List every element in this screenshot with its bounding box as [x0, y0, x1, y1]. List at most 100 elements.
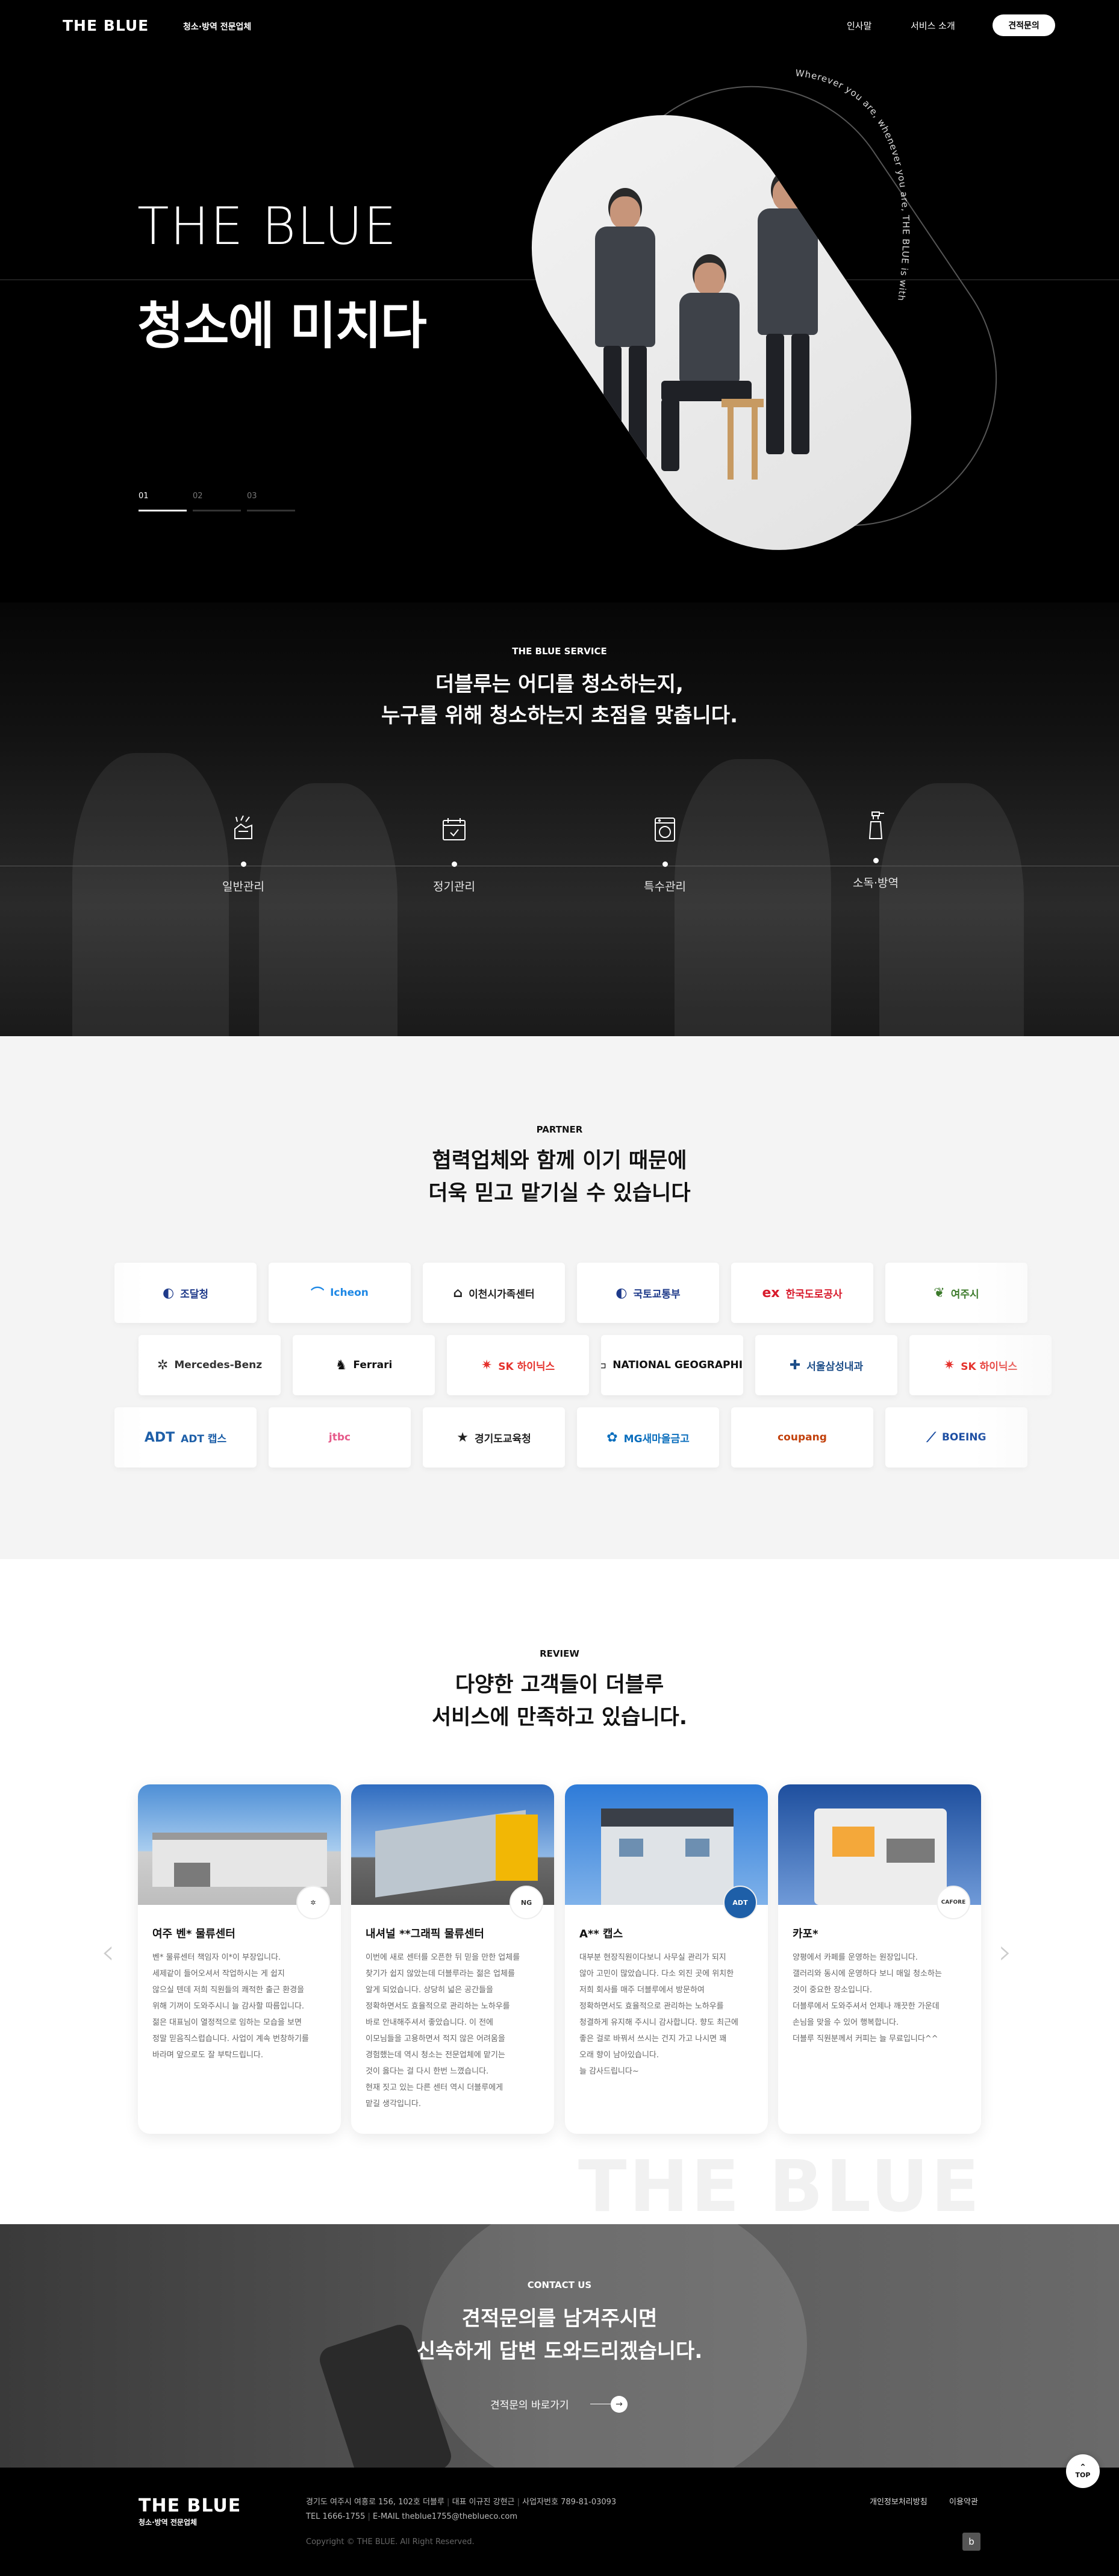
service-item-regular[interactable]: 정기관리: [394, 811, 514, 894]
review-card-title: 내셔널 **그래픽 물류센터: [366, 1928, 484, 1940]
scroll-top-label: TOP: [1075, 2471, 1091, 2479]
partner-logo-mark: ◐: [616, 1285, 628, 1301]
review-title-line-1: 다양한 고객들이 더블루: [455, 1673, 664, 1697]
partner-logo: ⌒ Icheon: [269, 1263, 411, 1323]
partner-logo-name: jtbc: [328, 1431, 351, 1443]
hero-pager-1[interactable]: 01: [139, 492, 149, 501]
service-section: THE BLUE SERVICE 더블루는 어디를 청소하는지, 누구를 위해 …: [0, 602, 1119, 1036]
partner-logo-name: NATIONAL GEOGRAPHIC: [612, 1359, 743, 1371]
partner-logo: ✲ Mercedes-Benz: [139, 1335, 281, 1395]
partner-logo-mark: ⌒: [311, 1287, 325, 1302]
partner-logo-mark: ★: [457, 1430, 469, 1445]
footer-privacy-link[interactable]: 개인정보처리방침: [870, 2495, 927, 2507]
partner-logo-mark: ♞: [335, 1357, 348, 1373]
partner-logo: ★ 경기도교육청: [423, 1407, 565, 1468]
scroll-top-button[interactable]: ⌃ TOP: [1066, 2454, 1100, 2488]
footer-email: E-MAIL theblue1755@theblueco.com: [373, 2512, 517, 2521]
review-card-title: A** 캡스: [579, 1928, 623, 1940]
review-card-title: 여주 벤* 물류센터: [152, 1928, 235, 1940]
partner-logo-mark: ✷: [943, 1357, 955, 1373]
service-item-general[interactable]: 일반관리: [183, 811, 304, 894]
review-card-badge: ADT: [723, 1886, 757, 1919]
nav-service-intro[interactable]: 서비스 소개: [911, 19, 955, 32]
partner-eyebrow: PARTNER: [536, 1124, 583, 1135]
review-prev-arrow[interactable]: ‹: [101, 1933, 114, 1972]
partner-logo: ⌂ 이천시가족센터: [423, 1263, 565, 1323]
service-dot: [240, 861, 246, 867]
service-item-disinfection[interactable]: 소독·방역: [815, 807, 936, 890]
review-card-title: 카포*: [793, 1928, 818, 1940]
service-item-label: 특수관리: [644, 880, 686, 893]
review-card-body: 이번에 새로 센터를 오픈한 뒤 믿을 만한 업체를 찾기가 쉽지 않았는데 더…: [366, 1953, 520, 2109]
blog-icon[interactable]: b: [962, 2533, 980, 2551]
site-header: THE BLUE 청소·방역 전문업체 인사말 서비스 소개 견적문의: [0, 0, 1119, 52]
review-title: 다양한 고객들이 더블루 서비스에 만족하고 있습니다.: [0, 1669, 1119, 1734]
partner-logo-mark: ◐: [162, 1285, 175, 1301]
footer-info-line-2: TEL 1666-1755 | E-MAIL theblue1755@thebl…: [306, 2512, 517, 2521]
partner-logo: ex 한국도로공사: [731, 1263, 873, 1323]
partner-logo: jtbc: [269, 1407, 411, 1468]
contact-title-line-1: 견적문의를 남겨주시면: [461, 2307, 658, 2331]
footer-address: 경기도 여주시 여흥로 156, 102호 더블루: [306, 2498, 444, 2507]
arrow-right-icon[interactable]: →: [611, 2396, 628, 2413]
review-card[interactable]: CAFORE 카포* 양평에서 카페를 운영하는 원장입니다. 갤러리와 동시에…: [778, 1784, 981, 2134]
partner-logo-name: 경기도교육청: [474, 1433, 531, 1445]
hero-section: THE BLUE 청소에 미치다 Wherever you are, whene…: [0, 52, 1119, 602]
contact-title: 견적문의를 남겨주시면 신속하게 답변 도와드리겠습니다.: [0, 2302, 1119, 2368]
service-eyebrow: THE BLUE SERVICE: [512, 646, 607, 657]
footer-ceo: 대표 이규진 강현근: [452, 2498, 515, 2507]
partner-logo-name: Mercedes-Benz: [174, 1359, 263, 1371]
partner-logo-name: ADT 캡스: [181, 1433, 227, 1445]
partner-logo-mark: ▭: [601, 1358, 606, 1373]
review-card-badge: CAFORE: [937, 1886, 970, 1919]
site-footer: THE BLUE 청소·방역 전문업체 경기도 여주시 여흥로 156, 102…: [0, 2468, 1119, 2576]
bg-worker-silhouette: [675, 759, 831, 1036]
partner-logo-mark: ✚: [789, 1357, 801, 1373]
partner-logo-name: 서울삼성내과: [806, 1360, 864, 1373]
partner-logo-name: Icheon: [330, 1287, 369, 1299]
watermark-text: THE BLUE: [578, 2145, 982, 2224]
review-card[interactable]: ADT A** 캡스 대부분 현장직원이다보니 사무실 관리가 되지 않아 고민…: [565, 1784, 768, 2134]
partner-logo-mark: ✿: [606, 1430, 618, 1445]
footer-logo-subtitle: 청소·방역 전문업체: [139, 2518, 198, 2527]
partner-logo: ▭ NATIONAL GEOGRAPHIC: [601, 1335, 743, 1395]
washing-machine-icon: [647, 811, 683, 847]
partner-logo-name: 국토교통부: [633, 1288, 681, 1301]
hero-title-en: THE BLUE: [137, 196, 398, 257]
partner-logo-name: SK 하이닉스: [498, 1360, 555, 1373]
cleaning-hand-icon: [225, 811, 261, 847]
review-eyebrow: REVIEW: [540, 1648, 579, 1659]
estimate-button[interactable]: 견적문의: [993, 14, 1055, 36]
service-dot: [873, 858, 879, 863]
review-next-arrow[interactable]: ›: [999, 1933, 1012, 1972]
partner-logo-mark: ✲: [157, 1357, 169, 1373]
partner-logo-mark: ✷: [481, 1357, 493, 1373]
partner-logo-name: MG새마을금고: [623, 1433, 690, 1445]
review-card-badge: NG: [510, 1886, 543, 1919]
hero-pager-3[interactable]: 03: [247, 492, 257, 501]
footer-logo[interactable]: THE BLUE: [139, 2495, 241, 2516]
site-logo[interactable]: THE BLUE: [63, 17, 149, 34]
service-dot: [662, 861, 668, 867]
nav-greeting[interactable]: 인사말: [847, 19, 871, 32]
partner-title-line-2: 더욱 믿고 맡기실 수 있습니다: [428, 1181, 691, 1205]
partner-fade-left: [0, 1253, 145, 1494]
footer-copyright: Copyright © THE BLUE. All Right Reserved…: [306, 2537, 475, 2546]
service-title: 더블루는 어디를 청소하는지, 누구를 위해 청소하는지 초점을 맞춥니다.: [0, 669, 1119, 731]
contact-title-line-2: 신속하게 답변 도와드리겠습니다.: [416, 2339, 703, 2363]
partner-title: 협력업체와 함께 이기 때문에 더욱 믿고 맡기실 수 있습니다: [0, 1145, 1119, 1210]
hero-pager-bar-1: [139, 510, 187, 511]
partner-logo-name: 조달청: [180, 1288, 209, 1301]
footer-terms-link[interactable]: 이용약관: [949, 2495, 978, 2507]
hero-pager-2[interactable]: 02: [193, 492, 203, 501]
review-card[interactable]: ✲ 여주 벤* 물류센터 벤* 물류센터 책임자 이*이 부장입니다. 세제같이…: [138, 1784, 341, 2134]
partner-logo-mark: ex: [762, 1285, 780, 1301]
review-card[interactable]: NG 내셔널 **그래픽 물류센터 이번에 새로 센터를 오픈한 뒤 믿을 만한…: [351, 1784, 554, 2134]
partner-logo-mark: ⟋: [926, 1430, 936, 1445]
partner-logo-name: Ferrari: [353, 1359, 393, 1371]
service-item-special[interactable]: 특수관리: [605, 811, 725, 894]
partner-logo-name: coupang: [778, 1431, 827, 1443]
partner-logo: ◐ 국토교통부: [577, 1263, 719, 1323]
partner-logo: coupang: [731, 1407, 873, 1468]
contact-link[interactable]: 견적문의 바로가기: [490, 2396, 569, 2412]
